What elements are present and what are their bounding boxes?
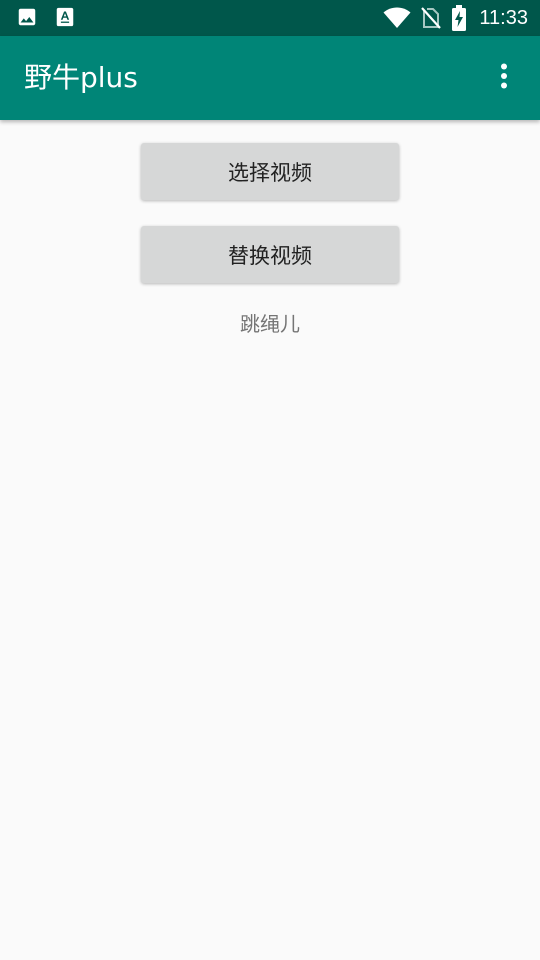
battery-charging-icon (451, 5, 467, 31)
select-video-button[interactable]: 选择视频 (141, 143, 399, 200)
image-icon (16, 6, 38, 28)
status-left-icons (16, 6, 76, 28)
wifi-icon (383, 7, 411, 29)
status-clock: 11:33 (479, 6, 528, 29)
status-bar: 11:33 (0, 0, 540, 36)
overflow-menu-button[interactable] (484, 58, 524, 98)
replace-video-button[interactable]: 替换视频 (141, 226, 399, 283)
status-right: 11:33 (383, 0, 528, 36)
app-bar: 野牛plus (0, 36, 540, 120)
video-name-label: 跳绳儿 (240, 312, 300, 336)
app-title: 野牛plus (24, 61, 138, 94)
more-vert-icon (500, 63, 508, 93)
no-sim-icon (421, 6, 442, 30)
font-download-icon (54, 6, 76, 28)
